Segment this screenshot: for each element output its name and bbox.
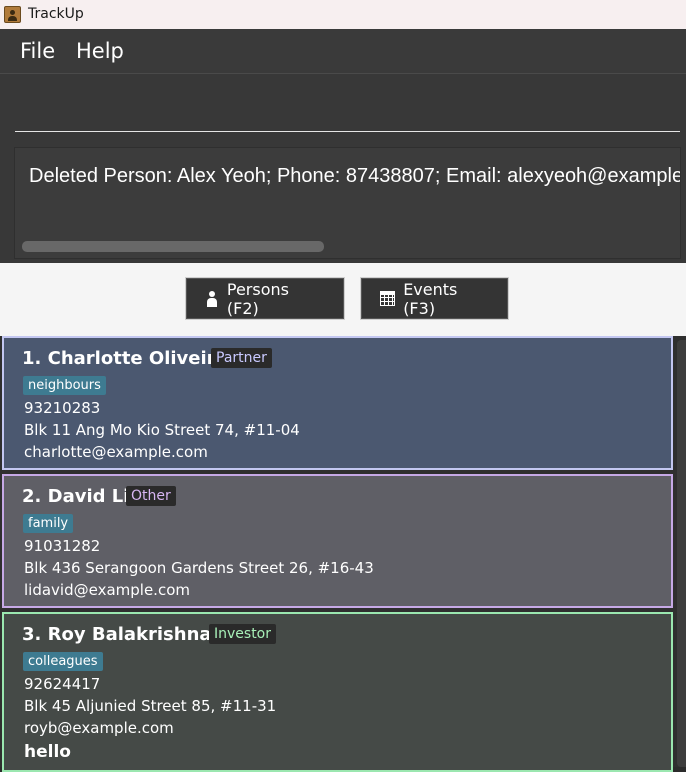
menu-file[interactable]: File	[20, 39, 55, 63]
persons-tab-label: Persons (F2)	[226, 279, 289, 318]
window-title: TrackUp	[28, 6, 84, 22]
tag-label: family	[23, 514, 74, 533]
person-name: 1. Charlotte Oliveiro	[22, 348, 228, 369]
result-box: Deleted Person: Alex Yeoh; Phone: 874388…	[14, 147, 681, 259]
person-name: 3. Roy Balakrishnan	[22, 624, 225, 645]
person-email: royb@example.com	[24, 719, 174, 737]
calendar-icon	[380, 291, 396, 306]
relation-badge: Investor	[209, 624, 277, 644]
title-bar: TrackUp	[0, 0, 686, 29]
list-scrollbar[interactable]	[677, 340, 686, 767]
relation-badge: Other	[126, 486, 176, 506]
person-phone: 91031282	[24, 537, 101, 555]
person-email: lidavid@example.com	[24, 581, 190, 599]
relation-badge: Partner	[211, 348, 272, 368]
person-card[interactable]: 3. Roy Balakrishnan Investor colleagues …	[2, 612, 673, 772]
result-message: Deleted Person: Alex Yeoh; Phone: 874388…	[29, 165, 680, 187]
persons-tab-button[interactable]: Persons (F2)	[186, 278, 344, 319]
person-list: 1. Charlotte Oliveiro Partner neighbours…	[0, 336, 686, 772]
result-display: Deleted Person: Alex Yeoh; Phone: 874388…	[0, 141, 686, 263]
events-tab-label: Events (F3)	[403, 279, 458, 318]
person-icon	[205, 290, 219, 307]
person-card[interactable]: 2. David Li Other family 91031282 Blk 43…	[2, 474, 673, 608]
person-phone: 92624417	[24, 675, 101, 693]
person-address: Blk 11 Ang Mo Kio Street 74, #11-04	[24, 421, 300, 439]
command-box	[0, 73, 686, 141]
tag-label: colleagues	[23, 652, 103, 671]
person-address: Blk 436 Serangoon Gardens Street 26, #16…	[24, 559, 374, 577]
person-address: Blk 45 Aljunied Street 85, #11-31	[24, 697, 277, 715]
menu-help[interactable]: Help	[76, 39, 124, 63]
app-icon	[4, 6, 21, 23]
menu-bar: File Help	[0, 29, 686, 73]
person-email: charlotte@example.com	[24, 443, 208, 461]
tag-label: neighbours	[23, 376, 106, 395]
person-name: 2. David Li	[22, 486, 130, 507]
result-horizontal-scrollbar[interactable]	[22, 241, 324, 252]
person-card[interactable]: 1. Charlotte Oliveiro Partner neighbours…	[2, 336, 673, 470]
command-input[interactable]	[15, 94, 680, 132]
view-switcher: Persons (F2) Events (F3)	[0, 263, 686, 336]
person-note: hello	[24, 742, 71, 762]
events-tab-button[interactable]: Events (F3)	[361, 278, 508, 319]
person-phone: 93210283	[24, 399, 101, 417]
